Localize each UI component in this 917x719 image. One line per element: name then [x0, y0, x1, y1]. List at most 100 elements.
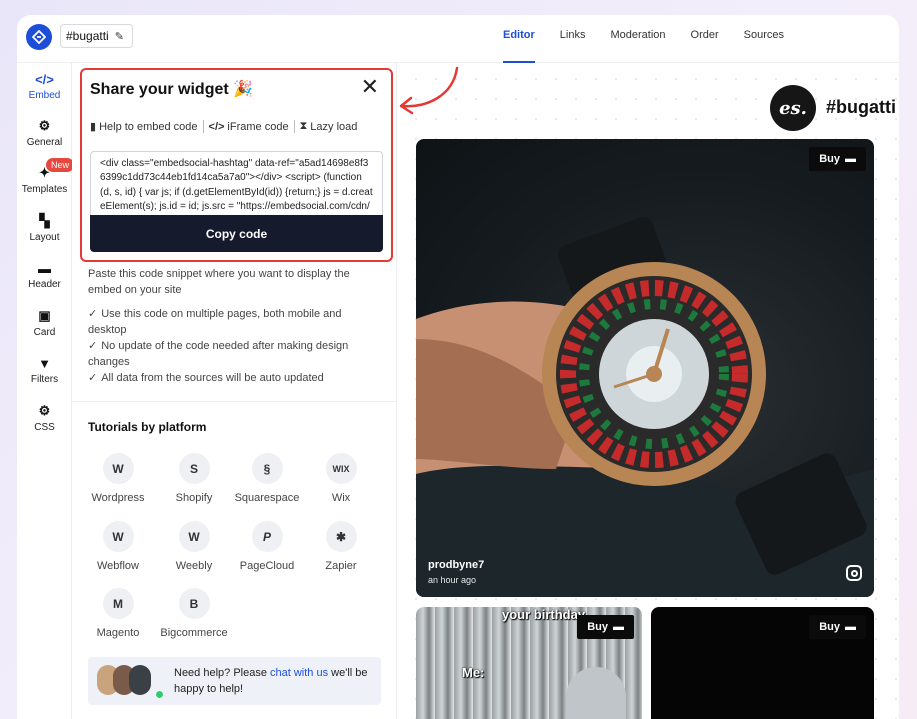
platform-label: Wordpress: [91, 492, 145, 504]
platform-magento[interactable]: M Magento: [78, 588, 158, 639]
chat-link[interactable]: chat with us: [270, 667, 328, 679]
paste-instruction: Paste this code snippet where you want t…: [88, 268, 350, 296]
weebly-icon: W: [178, 521, 210, 552]
main-nav: Editor Links Moderation Order Sources: [503, 15, 784, 63]
tab-sources[interactable]: Sources: [744, 15, 784, 63]
list-item: ✓ Use this code on multiple pages, both m…: [88, 306, 373, 338]
platform-label: Bigcommerce: [160, 627, 228, 639]
meme-caption: your birthday: [502, 607, 586, 622]
code-icon: </>: [208, 120, 225, 133]
help-box: Need help? Please chat with us we'll be …: [88, 657, 381, 705]
avatar: [129, 665, 151, 695]
widget-title: #bugatti: [66, 29, 109, 43]
bag-icon: ▬: [613, 621, 624, 633]
divider: [72, 401, 397, 402]
brand-logo: es.: [770, 85, 816, 131]
platform-zapier[interactable]: ✱ Zapier: [301, 521, 381, 572]
buy-button[interactable]: Buy ▬: [809, 147, 866, 171]
platform-weebly[interactable]: W Weebly: [154, 521, 234, 572]
sidebar-item-label: CSS: [34, 422, 55, 433]
copy-code-button[interactable]: Copy code: [90, 215, 383, 252]
tab-links[interactable]: Links: [560, 15, 586, 63]
platform-wix[interactable]: WIX Wix: [301, 453, 381, 504]
gear-icon: ⚙: [38, 403, 51, 418]
platform-wordpress[interactable]: W Wordpress: [78, 453, 158, 504]
help-text-before: Need help? Please: [174, 667, 271, 679]
gear-icon: ⚙: [38, 118, 51, 133]
check-icon: ✓: [88, 340, 98, 352]
feed-post-main[interactable]: Buy ▬ prodbyne7 an hour ago: [416, 139, 874, 597]
sidebar-item-css[interactable]: ⚙ CSS: [17, 402, 72, 433]
magento-icon: M: [102, 588, 134, 619]
layout-icon: ▚: [39, 213, 50, 228]
pencil-icon[interactable]: ✎: [115, 30, 124, 43]
platform-bigcommerce[interactable]: B Bigcommerce: [154, 588, 234, 639]
embed-code-textarea[interactable]: <div class="embedsocial-hashtag" data-re…: [90, 151, 383, 215]
sidebar-item-label: Embed: [28, 90, 61, 101]
guitar-shape: [566, 667, 626, 719]
sidebar-item-label: Layout: [29, 232, 60, 243]
sidebar-item-card[interactable]: ▣ Card: [17, 307, 72, 338]
feed-post[interactable]: your birthday Me: Buy ▬: [416, 607, 642, 719]
embed-panel: Share your widget 🎉 ✕ ▮ Help to embed cod…: [72, 63, 397, 719]
hourglass-icon: ⧗: [299, 120, 308, 132]
list-item: ✓ All data from the sources will be auto …: [88, 370, 373, 386]
sidebar-item-layout[interactable]: ▚ Layout: [17, 212, 72, 243]
tab-iframe-code[interactable]: </> iFrame code: [209, 121, 289, 133]
wordpress-icon: W: [102, 453, 134, 484]
pagecloud-icon: P: [251, 521, 283, 552]
widget-title-field[interactable]: #bugatti ✎: [60, 24, 133, 48]
header-icon: ▬: [38, 260, 51, 276]
platform-label: Shopify: [175, 492, 213, 504]
sidebar-item-label: Header: [28, 279, 61, 290]
meme-caption: Me:: [462, 665, 485, 680]
post-username[interactable]: prodbyne7: [428, 559, 484, 571]
webflow-icon: W: [102, 521, 134, 552]
list-item: ✓ No update of the code needed after maki…: [88, 338, 373, 370]
platform-label: PageCloud: [239, 560, 295, 572]
instagram-icon[interactable]: [846, 565, 862, 581]
sidebar-item-general[interactable]: ⚙ General: [17, 117, 72, 148]
tab-editor[interactable]: Editor: [503, 15, 535, 63]
tab-order[interactable]: Order: [691, 15, 719, 63]
platform-label: Squarespace: [234, 492, 300, 504]
platform-shopify[interactable]: S Shopify: [154, 453, 234, 504]
benefits-list: ✓ Use this code on multiple pages, both m…: [88, 306, 373, 386]
sidebar-item-label: Card: [33, 327, 56, 338]
buy-button[interactable]: Buy ▬: [809, 615, 866, 639]
shopify-icon: S: [178, 453, 210, 484]
tab-label: Help to embed code: [99, 120, 198, 133]
check-text: All data from the sources will be auto u…: [101, 372, 324, 384]
tab-lazy-load[interactable]: ⧗ Lazy load: [300, 120, 358, 133]
post-timestamp: an hour ago: [428, 575, 477, 585]
funnel-icon: ▼: [38, 355, 51, 371]
check-icon: ✓: [88, 372, 98, 384]
tab-label: Lazy load: [310, 120, 358, 133]
icon-sidebar: </> Embed ⚙ General New ✦ Templates ▚ La…: [17, 63, 75, 719]
close-icon[interactable]: ✕: [361, 76, 379, 98]
platform-squarespace[interactable]: § Squarespace: [227, 453, 307, 504]
logo-icon: [32, 30, 46, 44]
divider: [293, 120, 295, 133]
watch-photo: [416, 217, 874, 597]
sidebar-item-label: Templates: [21, 184, 68, 195]
check-text: Use this code on multiple pages, both mo…: [88, 308, 342, 336]
code-icon: </>: [35, 71, 54, 87]
tab-moderation[interactable]: Moderation: [610, 15, 665, 63]
app-logo-button[interactable]: [26, 24, 52, 50]
preview-hashtag: #bugatti: [826, 97, 896, 117]
support-avatars: [97, 665, 164, 699]
tutorials-title: Tutorials by platform: [88, 420, 207, 434]
platform-label: Wix: [331, 492, 351, 504]
sidebar-item-embed[interactable]: </> Embed: [17, 70, 72, 102]
platform-label: Magento: [96, 627, 140, 639]
platform-webflow[interactable]: W Webflow: [78, 521, 158, 572]
sidebar-item-header[interactable]: ▬ Header: [17, 259, 72, 291]
feed-post[interactable]: Buy ▬: [651, 607, 874, 719]
sidebar-item-filters[interactable]: ▼ Filters: [17, 354, 72, 386]
new-badge: New: [46, 158, 75, 172]
platform-pagecloud[interactable]: P PageCloud: [227, 521, 307, 572]
tab-help-embed[interactable]: ▮ Help to embed code: [90, 120, 198, 134]
sidebar-item-templates[interactable]: New ✦ Templates: [17, 158, 75, 195]
buy-button[interactable]: Buy ▬: [577, 615, 634, 639]
